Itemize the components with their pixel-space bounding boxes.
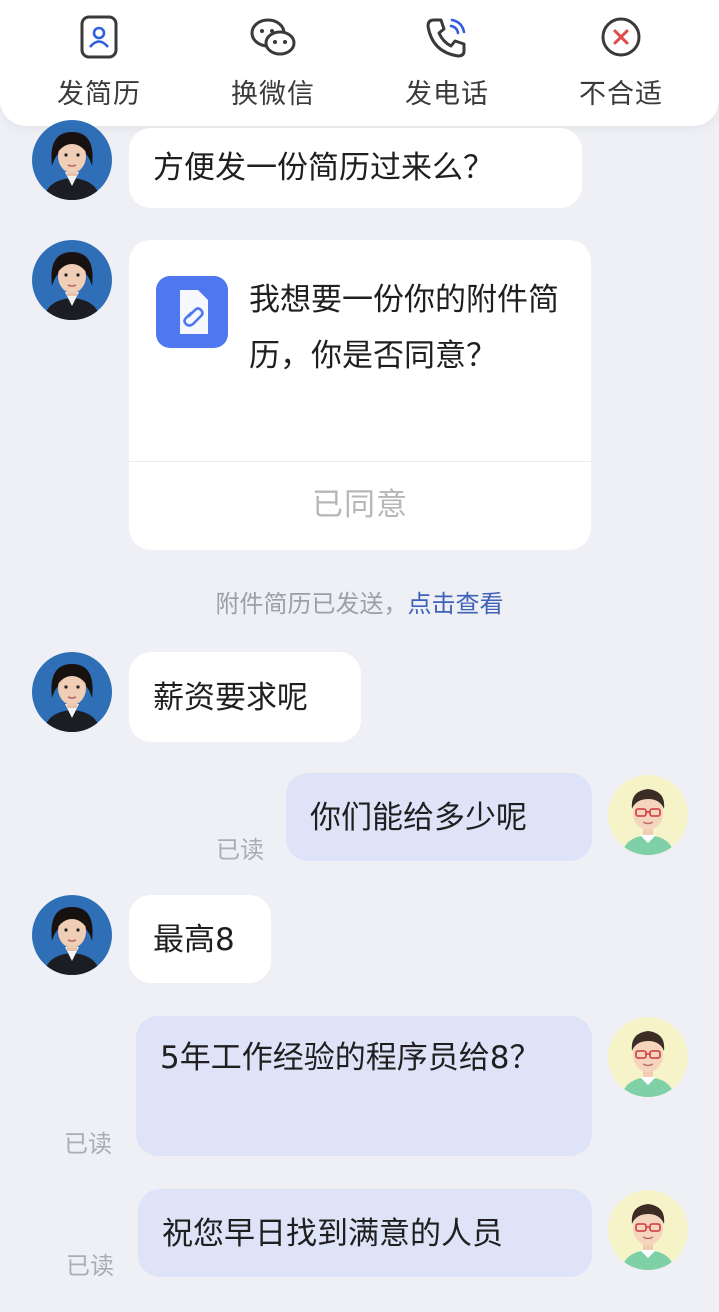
recruiter-photo <box>32 120 112 200</box>
resume-sent-notice: 附件简历已发送， <box>215 590 408 618</box>
attachment-icon <box>156 276 228 348</box>
phone-icon <box>426 18 466 58</box>
resume-icon <box>80 15 118 59</box>
my-avatar[interactable] <box>608 1017 688 1097</box>
call-label: 发电话 <box>405 79 489 110</box>
recruiter-avatar[interactable] <box>32 895 112 975</box>
action-toolbar: 发简历 换微信 发电话 不合适 <box>0 0 719 126</box>
message-bubble: 最高8 <box>129 895 271 983</box>
read-receipt: 已读 <box>66 1252 114 1280</box>
recruiter-avatar[interactable] <box>32 652 112 732</box>
message-bubble: 方便发一份简历过来么？ <box>129 128 582 208</box>
exchange-wechat-button[interactable]: 换微信 <box>203 12 343 111</box>
message-bubble: 你们能给多少呢 <box>286 773 592 861</box>
recruiter-photo <box>32 652 112 732</box>
my-photo <box>608 775 688 855</box>
recruiter-photo <box>32 240 112 320</box>
exchange-wechat-label: 换微信 <box>231 79 315 110</box>
wechat-icon <box>250 18 296 56</box>
not-suitable-button[interactable]: 不合适 <box>551 12 691 111</box>
view-resume-link[interactable]: 点击查看 <box>408 590 504 618</box>
send-resume-label: 发简历 <box>57 79 141 110</box>
send-resume-button[interactable]: 发简历 <box>29 12 169 111</box>
reject-icon <box>601 17 641 57</box>
request-text: 我想要一份你的附件简历，你是否同意？ <box>249 282 559 374</box>
recruiter-avatar[interactable] <box>32 240 112 320</box>
resume-request-card: 我想要一份你的附件简历，你是否同意？ 已同意 <box>129 240 591 550</box>
read-receipt: 已读 <box>64 1130 112 1158</box>
my-photo <box>608 1017 688 1097</box>
message-bubble: 5年工作经验的程序员给8？ <box>136 1016 592 1156</box>
my-avatar[interactable] <box>608 1190 688 1270</box>
recruiter-avatar[interactable] <box>32 120 112 200</box>
agreed-status: 已同意 <box>312 487 408 523</box>
message-bubble: 祝您早日找到满意的人员 <box>138 1189 592 1277</box>
recruiter-photo <box>32 895 112 975</box>
my-avatar[interactable] <box>608 775 688 855</box>
call-button[interactable]: 发电话 <box>377 12 517 111</box>
my-photo <box>608 1190 688 1270</box>
read-receipt: 已读 <box>216 836 264 864</box>
message-bubble: 薪资要求呢 <box>129 652 361 742</box>
system-notice: 附件简历已发送，点击查看 <box>0 584 719 619</box>
not-suitable-label: 不合适 <box>579 79 663 110</box>
